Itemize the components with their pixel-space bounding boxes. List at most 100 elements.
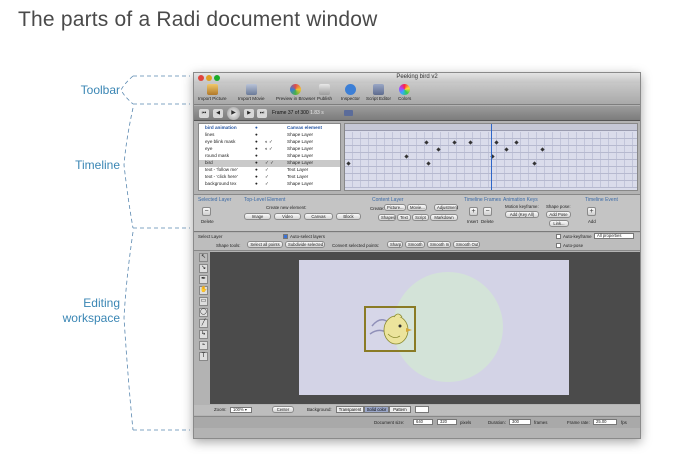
selected-bird-shape[interactable] — [364, 306, 416, 352]
create-text-button[interactable]: Text — [397, 214, 411, 221]
layer-row[interactable]: eye ● ◐ ✓ Shape Layer — [199, 146, 340, 153]
eye-icon[interactable]: ● — [255, 174, 258, 181]
keyframe-marker[interactable] — [514, 139, 519, 145]
create-markdown-button[interactable]: Markdown — [430, 214, 458, 221]
create-adjustment-button[interactable]: Adjustment — [434, 204, 458, 211]
bg-color-swatch[interactable] — [415, 406, 429, 413]
playhead[interactable] — [491, 124, 492, 190]
editing-workspace[interactable] — [210, 252, 640, 404]
subdivide-selected-button[interactable]: Subdivide selected — [285, 241, 325, 248]
eye-icon[interactable]: ● — [255, 139, 258, 146]
new-video-button[interactable]: Video — [274, 213, 301, 220]
arrow-select-icon[interactable]: ↖ — [199, 253, 208, 262]
layer-row[interactable]: text - 'follow me' ● ✓ Text Layer — [199, 167, 340, 174]
layer-row[interactable]: lines ● Shape Layer — [199, 132, 340, 139]
play-button[interactable]: ▶ — [227, 107, 240, 120]
check-icon: ✓ — [265, 167, 269, 172]
layer-row[interactable]: round mask ● Shape Layer — [199, 153, 340, 160]
duration-field[interactable]: 300 — [509, 419, 531, 425]
keyframe-marker[interactable] — [426, 160, 431, 166]
select-all-points-button[interactable]: Select all points — [247, 241, 283, 248]
text-tool-icon[interactable]: T — [199, 352, 208, 361]
new-block-button[interactable]: Block — [336, 213, 361, 220]
new-image-button[interactable]: Image — [244, 213, 271, 220]
keyframe-marker[interactable] — [346, 160, 351, 166]
auto-keyframe-checkbox[interactable]: Auto-keyframe — [556, 234, 592, 240]
auto-select-checkbox[interactable]: Auto-select layers — [283, 234, 325, 240]
smooth-out-button[interactable]: Smooth Out — [453, 241, 480, 248]
layer-row[interactable]: background tex ● ✓ Shape Layer — [199, 181, 340, 188]
pen-tool-icon[interactable]: ✒ — [199, 275, 208, 284]
sharp-button[interactable]: Sharp — [387, 241, 403, 248]
layer-row[interactable]: eye blink mask ● ◐ ✓ Shape Layer — [199, 139, 340, 146]
eye-icon[interactable]: ● — [255, 167, 258, 174]
rectangle-tool-icon[interactable]: ▭ — [199, 297, 208, 306]
create-movie-button[interactable]: Movie... — [407, 204, 427, 211]
insert-frame-button[interactable]: + — [469, 207, 478, 216]
keyframe-marker[interactable] — [532, 160, 537, 166]
preview-in-browser-button[interactable]: Preview in Browser — [276, 84, 315, 101]
ellipse-tool-icon[interactable]: ◯ — [199, 308, 208, 317]
keyframe-marker[interactable] — [540, 146, 545, 152]
link-pose-button[interactable]: Link... — [549, 220, 569, 227]
eye-icon[interactable]: ● — [255, 181, 258, 188]
keyframe-marker[interactable] — [452, 139, 457, 145]
keyframe-marker[interactable] — [424, 139, 429, 145]
colors-button[interactable]: Colors — [398, 84, 411, 101]
import-picture-button[interactable]: Import Picture — [198, 84, 227, 101]
eye-icon[interactable]: ● — [255, 132, 258, 139]
title-bar[interactable]: Peeking bird v2 — [194, 73, 640, 83]
go-to-start-button[interactable]: ⏮ — [199, 109, 209, 118]
go-to-end-button[interactable]: ⏭ — [257, 109, 267, 118]
script-editor-button[interactable]: Script Editor — [366, 84, 391, 101]
eye-icon[interactable]: ● — [255, 125, 258, 132]
doc-height-field[interactable]: 320 — [437, 419, 457, 425]
eyedropper-tool-icon[interactable]: ⌁ — [199, 341, 208, 350]
frame-rate-field[interactable]: 25.00 — [593, 419, 617, 425]
import-movie-button[interactable]: Import Movie — [238, 84, 265, 101]
smooth-button[interactable]: Smooth — [405, 241, 425, 248]
path-tool-icon[interactable]: ↳ — [199, 330, 208, 339]
keyframe-marker[interactable] — [436, 146, 441, 152]
auto-pose-checkbox[interactable]: Auto-pose — [556, 243, 583, 249]
point-select-icon[interactable]: ↘ — [199, 264, 208, 273]
delete-frame-button[interactable]: − — [483, 207, 492, 216]
bg-pattern-option[interactable]: Pattern — [389, 406, 411, 413]
info-icon — [344, 84, 356, 95]
layer-row[interactable]: bird ● ✓ ✓ Shape Layer — [199, 160, 340, 167]
add-pose-button[interactable]: Add Pose — [546, 211, 571, 218]
smooth-in-button[interactable]: Smooth In — [427, 241, 451, 248]
brush-tool-icon[interactable]: ╱ — [199, 319, 208, 328]
eye-icon[interactable]: ● — [255, 160, 258, 167]
zoom-select[interactable]: 100% ▾ — [230, 407, 252, 413]
new-canvas-button[interactable]: Canvas — [304, 213, 333, 220]
keyframe-marker[interactable] — [504, 146, 509, 152]
step-back-button[interactable]: ◀ — [213, 109, 223, 118]
layer-row[interactable]: text - 'click here' ● ✓ Text Layer — [199, 174, 340, 181]
add-key-all-button[interactable]: Add (Key All) — [505, 211, 539, 218]
bg-solid-option[interactable]: Solid color — [364, 406, 389, 413]
hand-tool-icon[interactable]: ✋ — [199, 286, 208, 295]
layer-row[interactable]: bird animation ● Canvas element — [199, 125, 340, 132]
center-button[interactable]: Center — [272, 406, 294, 413]
create-shapes-button[interactable]: Shapes — [378, 214, 396, 221]
inspector-button[interactable]: Inspector — [341, 84, 360, 101]
keyframe-marker[interactable] — [468, 139, 473, 145]
delete-layer-button[interactable]: − — [202, 207, 211, 216]
keyframe-marker[interactable] — [494, 139, 499, 145]
eye-icon[interactable]: ● — [255, 153, 258, 160]
workspace-options-bar: Zoom: 100% ▾ Center Background: Transpar… — [194, 405, 640, 415]
timeline-track-area[interactable] — [344, 123, 638, 191]
add-event-button[interactable]: + — [587, 207, 596, 216]
create-picture-button[interactable]: Picture... — [384, 204, 406, 211]
doc-width-field[interactable]: 640 — [413, 419, 433, 425]
eye-icon[interactable]: ● — [255, 146, 258, 153]
create-script-button[interactable]: Script — [412, 214, 429, 221]
document-canvas[interactable] — [299, 260, 569, 395]
publish-button[interactable]: Publish — [317, 84, 332, 101]
step-forward-button[interactable]: ▶ — [244, 109, 254, 118]
auto-keyframe-select[interactable]: All properties — [594, 233, 634, 239]
check-icon: ✓ — [265, 174, 269, 179]
keyframe-marker[interactable] — [404, 153, 409, 159]
bg-transparent-option[interactable]: Transparent — [336, 406, 364, 413]
